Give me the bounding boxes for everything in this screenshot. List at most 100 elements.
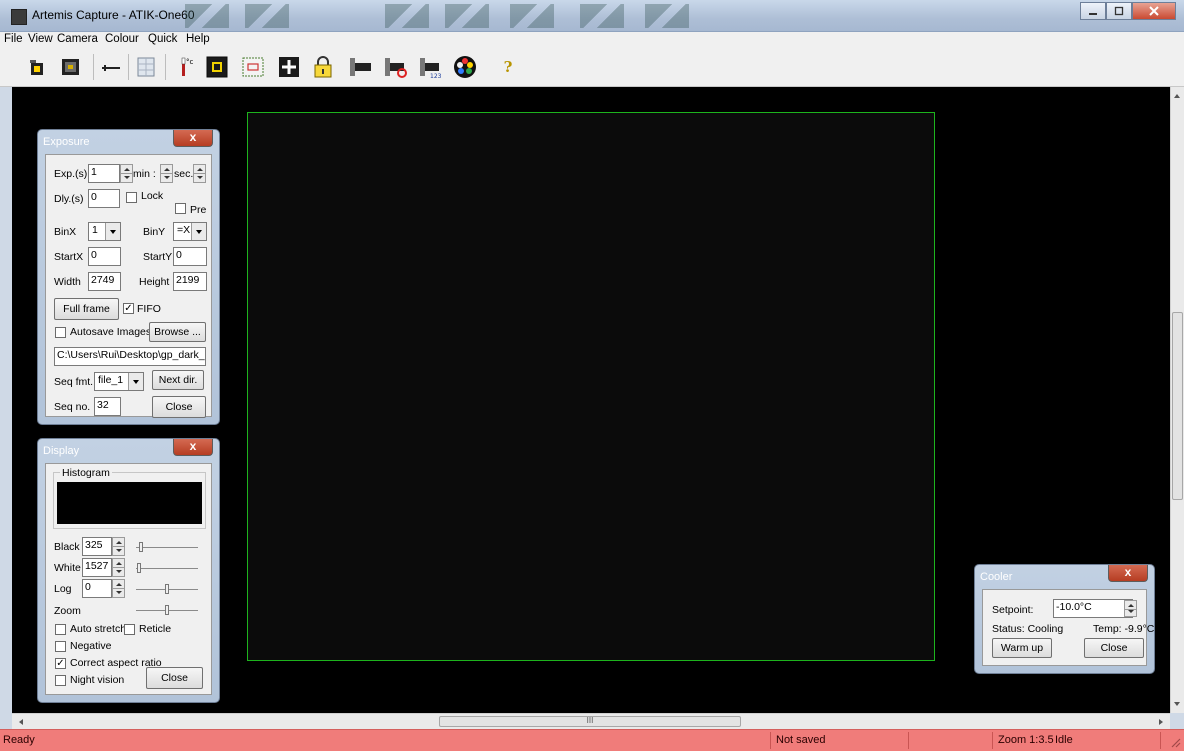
horizontal-scrollbar[interactable]: III [12,713,1170,729]
camera-side-icon [350,58,371,76]
fifo-checkbox[interactable]: ✓ [123,303,134,314]
save-path-input[interactable]: C:\Users\Rui\Desktop\gp_dark_1 [54,347,206,366]
lock-checkbox[interactable] [126,192,137,203]
svg-text:°c: °c [186,58,194,66]
biny-select[interactable]: =X [173,222,207,241]
zoom-slider[interactable] [136,604,198,616]
status-divider [1160,732,1161,749]
seconds-spinner[interactable] [193,164,206,183]
camera-connect-icon [30,60,43,75]
slider-knob[interactable] [139,542,143,552]
chevron-down-icon [105,223,120,240]
histogram-plot[interactable] [57,482,202,524]
autoloop-button[interactable] [383,54,409,80]
display-close-button[interactable]: Close [146,667,203,689]
slider-knob[interactable] [165,584,169,594]
black-slider[interactable] [136,541,198,553]
setpoint-input[interactable]: -10.0°C [1053,599,1133,618]
maximize-icon [1114,6,1124,16]
colour-button[interactable] [452,54,478,80]
startx-input[interactable]: 0 [88,247,121,266]
white-input[interactable]: 1527 [82,558,112,577]
exposure-seconds-spinner[interactable] [120,164,133,183]
slider-knob[interactable] [165,605,169,615]
loop-capture-icon [385,58,407,78]
next-dir-button[interactable]: Next dir. [152,370,204,390]
thermometer-icon: °c [181,57,194,76]
log-input[interactable]: 0 [82,579,112,598]
status-divider [908,732,909,749]
setpoint-spinner[interactable] [1124,600,1137,617]
seq-format-select[interactable]: file_1 [94,372,144,391]
reticle-tool-button[interactable] [98,54,124,80]
negative-label: Negative [70,640,112,652]
log-slider[interactable] [136,583,198,595]
connect-all-button[interactable] [58,54,84,80]
subframe-button[interactable] [204,54,230,80]
exposure-title: Exposure [43,136,90,148]
binx-select[interactable]: 1 [88,222,121,241]
scroll-left-icon[interactable] [16,716,26,728]
vertical-scroll-thumb[interactable] [1172,312,1183,500]
help-button[interactable]: ? [495,54,521,80]
cooler-close-x[interactable]: x [1108,565,1148,582]
camera-multi-icon [62,59,79,75]
aspect-ratio-checkbox[interactable]: ✓ [55,658,66,669]
menu-camera[interactable]: Camera [57,33,98,45]
temperature-button[interactable]: °c [172,54,198,80]
starty-input[interactable]: 0 [173,247,207,266]
reticle-checkbox[interactable] [124,624,135,635]
browse-button[interactable]: Browse ... [149,322,206,342]
black-input[interactable]: 325 [82,537,112,556]
connect-camera-button[interactable] [25,54,51,80]
menu-quick[interactable]: Quick [148,33,177,45]
black-spinner[interactable] [112,537,125,556]
pre-checkbox[interactable] [175,203,186,214]
scroll-up-icon[interactable] [1171,91,1183,101]
captured-image[interactable] [247,112,935,661]
crosshair-button[interactable] [276,54,302,80]
width-input[interactable]: 2749 [88,272,121,291]
filter-wheel-button[interactable] [348,54,374,80]
grid-tool-button[interactable] [133,54,159,80]
autosave-checkbox[interactable] [55,327,66,338]
exposure-close-button[interactable]: Close [152,396,206,418]
resize-grip-icon[interactable] [1169,736,1181,748]
cooler-title: Cooler [980,571,1013,583]
negative-checkbox[interactable] [55,641,66,652]
log-spinner[interactable] [112,579,125,598]
sequence-button[interactable]: 123 [418,54,444,80]
night-vision-checkbox[interactable] [55,675,66,686]
starty-label: StartY [143,251,173,263]
select-region-button[interactable] [240,54,266,80]
full-frame-button[interactable]: Full frame [54,298,119,320]
scroll-down-icon[interactable] [1171,699,1183,709]
seq-no-input[interactable]: 32 [94,397,121,416]
height-input[interactable]: 2199 [173,272,207,291]
display-close-x[interactable]: x [173,439,213,456]
white-slider[interactable] [136,562,198,574]
minimize-button[interactable] [1080,2,1106,20]
lock-button[interactable] [310,54,336,80]
lock-icon [314,56,332,78]
menu-file[interactable]: File [4,33,23,45]
scroll-right-icon[interactable] [1156,716,1166,728]
minutes-spinner[interactable] [160,164,173,183]
slider-knob[interactable] [137,563,141,573]
auto-stretch-checkbox[interactable] [55,624,66,635]
white-spinner[interactable] [112,558,125,577]
close-window-button[interactable] [1132,2,1176,20]
warm-up-button[interactable]: Warm up [992,638,1052,658]
menu-colour[interactable]: Colour [105,33,139,45]
vertical-scrollbar[interactable] [1170,87,1184,713]
exposure-close-x[interactable]: x [173,130,213,147]
menu-view[interactable]: View [28,33,53,45]
height-label: Height [139,276,170,288]
maximize-button[interactable] [1106,2,1132,20]
exposure-seconds-input[interactable]: 1 [88,164,120,183]
horizontal-scroll-thumb[interactable]: III [439,716,741,727]
cooler-close-button[interactable]: Close [1084,638,1144,658]
menu-help[interactable]: Help [186,33,210,45]
min-label: min : [133,168,156,180]
delay-input[interactable]: 0 [88,189,120,208]
